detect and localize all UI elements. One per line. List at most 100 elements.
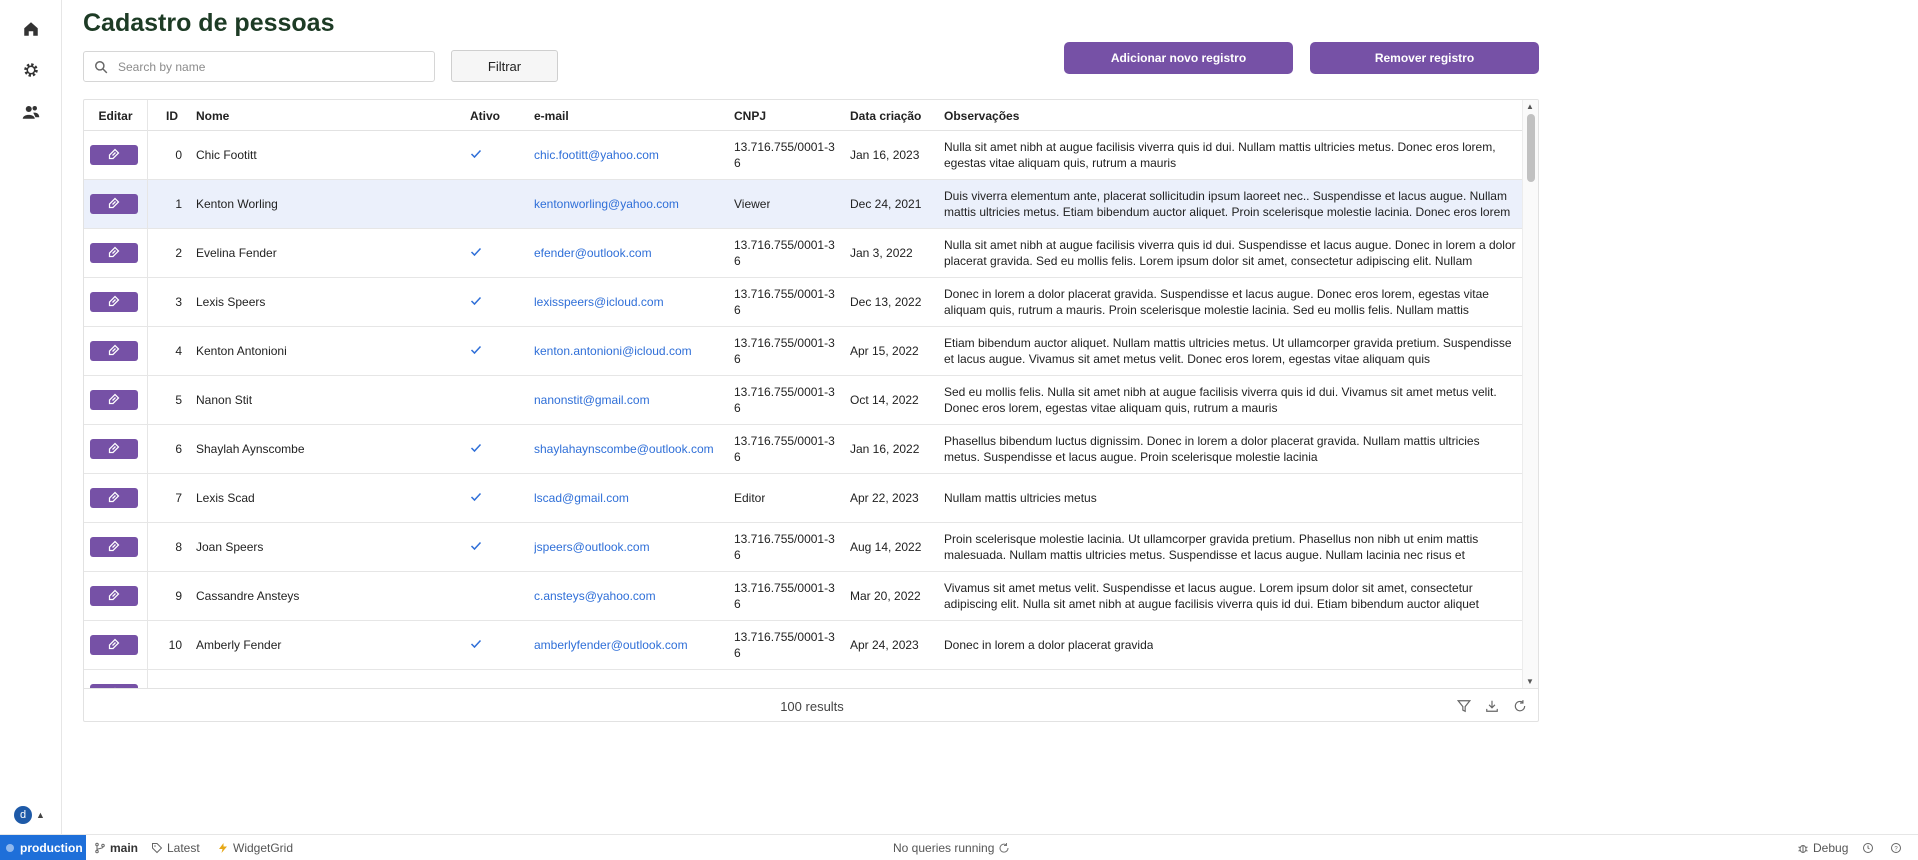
- email-link[interactable]: chic.footitt@yahoo.com: [534, 148, 659, 162]
- branch-selector[interactable]: main: [94, 835, 138, 860]
- column-header-id[interactable]: ID: [148, 100, 188, 131]
- edit-row-button[interactable]: [89, 292, 138, 312]
- cell-name: Lexis Scad: [196, 491, 255, 505]
- widget-selector[interactable]: WidgetGrid: [217, 835, 293, 860]
- cell-email[interactable]: efender@outlook.com: [526, 229, 726, 277]
- sync-icon[interactable]: [998, 842, 1010, 854]
- add-record-button[interactable]: Adicionar novo registro: [1064, 42, 1293, 74]
- email-link[interactable]: nanonstit@gmail.com: [534, 393, 650, 407]
- cell-cnpj: 13.716.755/0001-36: [726, 278, 842, 326]
- cell-email[interactable]: lexisspeers@icloud.com: [526, 278, 726, 326]
- edit-row-button[interactable]: [89, 635, 138, 655]
- cnpj-text: Editor: [734, 491, 766, 505]
- table-row[interactable]: 10 Amberly Fender amberlyfender@outlook.co…: [84, 621, 1522, 670]
- cell-email[interactable]: kentonworling@yahoo.com: [526, 180, 726, 228]
- data-table: Editar ID Nome Ativo e-mail CNPJ Data cr…: [83, 99, 1539, 722]
- email-link[interactable]: shaylahaynscombe@outlook.com: [534, 442, 714, 456]
- table-row[interactable]: 3 Lexis Speers lexisspeers@icloud.com 13.71…: [84, 278, 1522, 327]
- email-link[interactable]: lscad@gmail.com: [534, 491, 629, 505]
- created-text: Dec 24, 2021: [850, 197, 922, 211]
- cell-email[interactable]: kenton.antonioni@icloud.com: [526, 327, 726, 375]
- edit-row-button[interactable]: [89, 243, 138, 263]
- column-header-cnpj[interactable]: CNPJ: [726, 100, 842, 131]
- email-link[interactable]: jspeers@outlook.com: [534, 540, 650, 554]
- remove-record-button[interactable]: Remover registro: [1310, 42, 1539, 74]
- edit-row-button[interactable]: [89, 390, 138, 410]
- help-icon[interactable]: ?: [1890, 835, 1902, 860]
- edit-row-button[interactable]: [89, 488, 138, 508]
- scroll-thumb[interactable]: [1527, 114, 1535, 182]
- table-row[interactable]: 0 Chic Footitt chic.footitt@yahoo.com 13.71…: [84, 131, 1522, 180]
- gear-icon[interactable]: [19, 58, 43, 82]
- cell-email[interactable]: shaylahaynscombe@outlook.com: [526, 425, 726, 473]
- debug-button[interactable]: Debug: [1797, 835, 1848, 860]
- table-row[interactable]: 4 Kenton Antonioni kenton.antonioni@icloud…: [84, 327, 1522, 376]
- refresh-icon[interactable]: [1513, 699, 1527, 713]
- email-link[interactable]: c.ansteys@yahoo.com: [534, 589, 656, 603]
- table-row[interactable]: 11 Phasellus non nibh ut enim mattis male…: [84, 670, 1522, 688]
- notes-text: Etiam bibendum auctor aliquet. Nullam ma…: [944, 336, 1512, 366]
- table-scrollbar[interactable]: ▲ ▼: [1522, 100, 1538, 688]
- edit-cell: [84, 425, 148, 473]
- edit-row-button[interactable]: [89, 586, 138, 606]
- filter-icon[interactable]: [1456, 699, 1472, 713]
- cell-email[interactable]: nanonstit@gmail.com: [526, 376, 726, 424]
- users-icon[interactable]: [19, 100, 43, 124]
- table-row[interactable]: 2 Evelina Fender efender@outlook.com 13.716…: [84, 229, 1522, 278]
- column-header-name[interactable]: Nome: [188, 100, 462, 131]
- cell-email[interactable]: [526, 670, 726, 688]
- notes-text: Vivamus sit amet metus velit. Suspendiss…: [944, 581, 1479, 611]
- table-row[interactable]: 9 Cassandre Ansteys c.ansteys@yahoo.com 13.…: [84, 572, 1522, 621]
- email-link[interactable]: kenton.antonioni@icloud.com: [534, 344, 692, 358]
- check-icon: [470, 638, 482, 653]
- scroll-down-arrow[interactable]: ▼: [1526, 677, 1534, 686]
- home-icon[interactable]: [19, 17, 43, 41]
- filter-button[interactable]: Filtrar: [451, 50, 558, 82]
- table-row[interactable]: 6 Shaylah Aynscombe shaylahaynscombe@outlo…: [84, 425, 1522, 474]
- edit-row-button[interactable]: [89, 145, 138, 165]
- cell-email[interactable]: jspeers@outlook.com: [526, 523, 726, 571]
- cell-created: Jan 3, 2022: [842, 229, 936, 277]
- edit-icon: [108, 393, 120, 408]
- cell-id: 0: [175, 148, 182, 162]
- column-header-email[interactable]: e-mail: [526, 100, 726, 131]
- column-header-active[interactable]: Ativo: [462, 100, 526, 131]
- email-link[interactable]: amberlyfender@outlook.com: [534, 638, 688, 652]
- edit-cell: [84, 474, 148, 522]
- table-row[interactable]: 8 Joan Speers jspeers@outlook.com 13.716.75…: [84, 523, 1522, 572]
- email-link[interactable]: kentonworling@yahoo.com: [534, 197, 679, 211]
- widget-label: WidgetGrid: [233, 840, 294, 855]
- edit-row-button[interactable]: [89, 194, 138, 214]
- cell-id: 10: [168, 638, 182, 652]
- version-selector[interactable]: Latest: [151, 835, 200, 860]
- cell-cnpj: 13.716.755/0001-36: [726, 229, 842, 277]
- cell-email[interactable]: lscad@gmail.com: [526, 474, 726, 522]
- edit-row-button[interactable]: [89, 341, 138, 361]
- column-header-created[interactable]: Data criação: [842, 100, 936, 131]
- table-row[interactable]: 1 Kenton Worling kentonworling@yahoo.com Vi…: [84, 180, 1522, 229]
- scroll-up-arrow[interactable]: ▲: [1526, 102, 1534, 111]
- environment-badge[interactable]: production: [0, 835, 86, 860]
- table-row[interactable]: 5 Nanon Stit nanonstit@gmail.com 13.716.755…: [84, 376, 1522, 425]
- column-header-edit[interactable]: Editar: [84, 100, 148, 131]
- download-icon[interactable]: [1485, 699, 1499, 713]
- cell-notes: Nulla sit amet nibh at augue facilisis v…: [936, 131, 1522, 179]
- email-link[interactable]: efender@outlook.com: [534, 246, 652, 260]
- user-menu[interactable]: d ▲: [14, 806, 45, 824]
- cnpj-text: 13.716.755/0001-36: [734, 630, 835, 660]
- cell-email[interactable]: c.ansteys@yahoo.com: [526, 572, 726, 620]
- notes-text: Donec in lorem a dolor placerat gravida.…: [944, 287, 1489, 317]
- edit-row-button[interactable]: [89, 537, 138, 557]
- cell-name: Amberly Fender: [196, 638, 282, 652]
- table-row[interactable]: 7 Lexis Scad lscad@gmail.com Editor Apr 22, …: [84, 474, 1522, 523]
- edit-row-button[interactable]: [89, 439, 138, 459]
- email-link[interactable]: lexisspeers@icloud.com: [534, 295, 664, 309]
- cell-name: Joan Speers: [196, 540, 264, 554]
- cell-email[interactable]: chic.footitt@yahoo.com: [526, 131, 726, 179]
- history-icon[interactable]: [1862, 835, 1874, 860]
- column-header-notes[interactable]: Observações: [936, 100, 1522, 131]
- cell-email[interactable]: amberlyfender@outlook.com: [526, 621, 726, 669]
- cell-created: Jan 16, 2023: [842, 131, 936, 179]
- edit-icon: [108, 246, 120, 261]
- search-input[interactable]: [118, 59, 418, 74]
